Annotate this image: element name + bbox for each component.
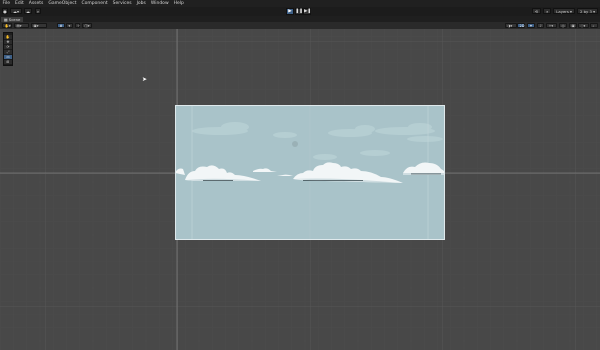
layout-dropdown[interactable]: 2 by 3 ▾ [576, 8, 598, 14]
shading-mode-dropdown[interactable]: ▤▾ [14, 23, 29, 28]
menu-edit[interactable]: Edit [13, 0, 27, 7]
layers-label: Layers [556, 9, 569, 14]
menu-help[interactable]: Help [171, 0, 186, 7]
mouse-cursor-icon: ➤ [142, 76, 148, 83]
lighting-icon[interactable]: ✦ [527, 23, 535, 28]
grid-toggle-button[interactable]: # [57, 23, 65, 28]
scene-viewport[interactable]: ✋ ✥ ⟳ ⤢ ▭ ⊞ ➤ [0, 29, 600, 350]
snap-icon[interactable]: ▾ [66, 23, 73, 28]
play-button[interactable]: ▶ [286, 8, 294, 15]
camera-icon[interactable]: ▣ [569, 23, 577, 28]
mode-2d-button[interactable]: 2D [517, 23, 525, 28]
transform-tool-icon[interactable]: ⊞ [4, 60, 12, 65]
hand-icon[interactable]: ✋▾ [2, 23, 12, 28]
collab-icon[interactable]: ☁ [24, 8, 32, 14]
mode-2d-label: 2D [519, 24, 525, 28]
audio-icon[interactable]: ♪ [537, 23, 544, 28]
tab-scene-label: Scene [8, 16, 21, 22]
layout-label: 2 by 3 [579, 9, 592, 14]
menu-assets[interactable]: Assets [26, 0, 46, 7]
menu-bar: File Edit Assets GameObject Component Se… [0, 0, 600, 7]
hidden-objects-icon[interactable]: ◎ [559, 23, 567, 28]
local-global-toggle[interactable]: ▣▾ [31, 23, 47, 28]
main-toolbar: ● ☁▾ ☁ ⌕ ▶ ❚❚ ▶❚ ⟲ ⌕ Layers ▾ 2 by 3 ▾ [0, 7, 600, 16]
account-icon[interactable]: ● [2, 8, 8, 14]
increment-snap-dropdown[interactable]: ◫▾ [82, 23, 92, 28]
menu-services[interactable]: Services [110, 0, 134, 7]
cloud-build-icon[interactable]: ☁▾ [10, 8, 22, 14]
history-icon[interactable]: ⟲ [531, 8, 542, 14]
pivot-icon[interactable]: ⊹ [75, 23, 80, 28]
draw-mode-dropdown[interactable]: ◑▾ [505, 23, 517, 28]
toolbar-right: ⟲ ⌕ Layers ▾ 2 by 3 ▾ [531, 8, 598, 14]
layers-dropdown[interactable]: Layers ▾ [553, 8, 575, 14]
sky-background-sprite[interactable] [175, 105, 445, 240]
menu-component[interactable]: Component [79, 0, 110, 7]
pause-button[interactable]: ❚❚ [294, 8, 303, 15]
menu-gameobject[interactable]: GameObject [46, 0, 79, 7]
search-icon[interactable]: ⌕ [35, 8, 41, 14]
tool-palette: ✋ ✥ ⟳ ⤢ ▭ ⊞ [3, 32, 13, 66]
search-icon[interactable]: ⌕ [543, 8, 552, 14]
menu-file[interactable]: File [0, 0, 13, 7]
search-scene-icon[interactable]: ⌕ [590, 23, 598, 28]
effects-dropdown[interactable]: ✧▾ [546, 23, 557, 28]
playmode-controls: ▶ ❚❚ ▶❚ [286, 8, 311, 15]
menu-window[interactable]: Window [148, 0, 171, 7]
step-button[interactable]: ▶❚ [303, 8, 311, 15]
menu-jobs[interactable]: Jobs [134, 0, 148, 7]
gizmos-dropdown[interactable]: ◌▾ [578, 23, 589, 28]
